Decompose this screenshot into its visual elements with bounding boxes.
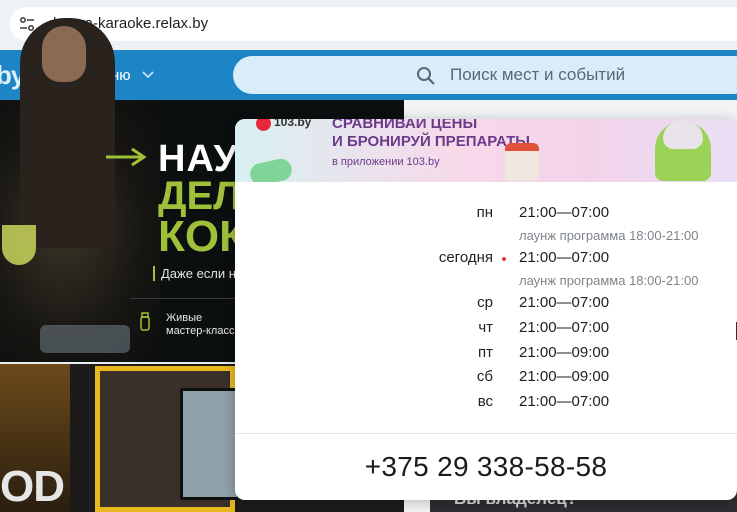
- search-placeholder: Поиск мест и событий: [450, 65, 626, 84]
- bartender-face: [42, 26, 86, 82]
- character-head-image: [663, 121, 703, 149]
- banner-bottom-text: OD: [0, 462, 65, 511]
- chevron-down-icon: [141, 71, 154, 79]
- schedule-day: сб: [476, 368, 493, 385]
- schedule-day: пт: [478, 344, 493, 361]
- schedule-popup: 103.by СРАВНИВАЙ ЦЕНЫ И БРОНИРУЙ ПРЕПАРА…: [235, 119, 737, 500]
- schedule-time: 21:00—07:00: [519, 204, 610, 221]
- banner-headline-green-2: КОК: [158, 212, 246, 261]
- brand-logo-icon: [256, 119, 271, 131]
- schedule-time: 21:00—07:00: [519, 294, 610, 311]
- ad-headline-line-2: И БРОНИРУЙ ПРЕПАРАТЫ: [332, 133, 530, 150]
- search-icon[interactable]: [416, 66, 436, 86]
- today-indicator-dot: [502, 257, 506, 261]
- schedule-time: 21:00—09:00: [519, 368, 610, 385]
- schedule-day: сегодня: [438, 249, 493, 266]
- ad-headline: СРАВНИВАЙ ЦЕНЫ И БРОНИРУЙ ПРЕПАРАТЫ: [332, 119, 530, 151]
- schedule-day: ср: [477, 294, 493, 311]
- popup-divider: [235, 433, 737, 434]
- banner-feature-line-1: Живые: [166, 312, 203, 324]
- ad-banner[interactable]: 103.by СРАВНИВАЙ ЦЕНЫ И БРОНИРУЙ ПРЕПАРА…: [235, 119, 737, 182]
- pill-image: [248, 156, 294, 182]
- schedule-day: вс: [477, 393, 493, 410]
- schedule-row: пт 21:00—09:00: [235, 344, 737, 364]
- arrow-right-icon: [106, 147, 147, 167]
- banner-feature-line-2: мастер-классы: [166, 325, 243, 337]
- ad-brand: 103.by: [274, 119, 312, 129]
- cocktail-glass-image: [2, 225, 36, 265]
- schedule-row: пн 21:00—07:00 лаунж программа 18:00-21:…: [235, 204, 737, 243]
- schedule-row: сб 21:00—09:00: [235, 368, 737, 388]
- banner-divider: [130, 298, 240, 299]
- ad-subline: в приложении 103.by: [332, 156, 440, 168]
- schedule-row: чт 21:00—07:00: [235, 319, 737, 339]
- phone-number-link[interactable]: +375 29 338-58-58: [235, 451, 737, 483]
- schedule-row: вс 21:00—07:00: [235, 393, 737, 413]
- schedule-time: 21:00—07:00: [519, 249, 610, 266]
- banner-feature: Живые мастер-классы: [166, 312, 242, 338]
- shaker-icon: [140, 312, 150, 331]
- schedule-row: ср 21:00—07:00: [235, 294, 737, 314]
- venue-screen-image: [180, 388, 240, 500]
- schedule-time: 21:00—07:00: [519, 319, 610, 336]
- banner-subtitle: Даже если н: [153, 266, 236, 281]
- schedule-note: лаунж программа 18:00-21:00: [519, 228, 699, 243]
- schedule-day: пн: [476, 204, 493, 221]
- schedule-time: 21:00—09:00: [519, 344, 610, 361]
- schedule-day: чт: [478, 319, 493, 336]
- schedule-row-today: сегодня 21:00—07:00 лаунж программа 18:0…: [235, 249, 737, 288]
- schedule-note: лаунж программа 18:00-21:00: [519, 273, 699, 288]
- schedule-time: 21:00—07:00: [519, 393, 610, 410]
- ad-headline-line-1: СРАВНИВАЙ ЦЕНЫ: [332, 119, 478, 132]
- medicine-bottle-image: [505, 143, 539, 181]
- ice-image: [40, 325, 130, 353]
